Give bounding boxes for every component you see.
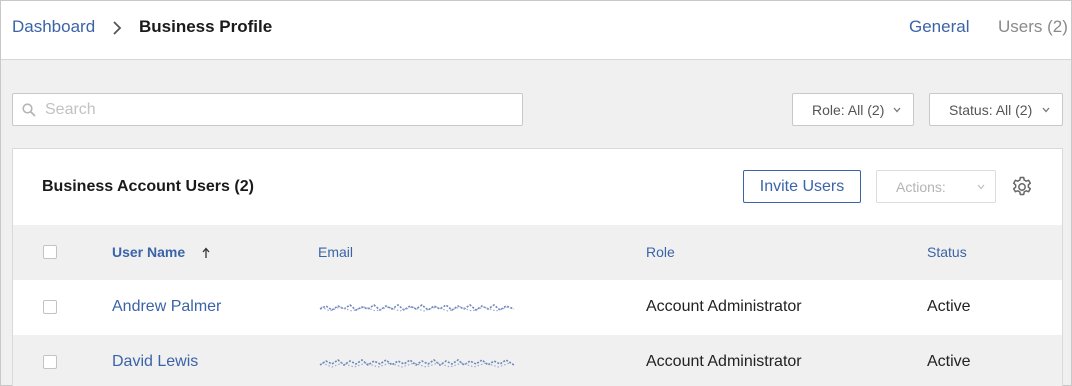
select-all-checkbox[interactable] <box>43 245 57 259</box>
panel-title: Business Account Users (2) <box>42 178 254 195</box>
gear-icon[interactable] <box>1010 175 1034 199</box>
chevron-right-icon <box>113 21 122 35</box>
user-name-link[interactable]: Andrew Palmer <box>112 298 221 316</box>
tab-general[interactable]: General <box>909 17 969 37</box>
table-row: David Lewis Account Administrator Active <box>13 335 1062 386</box>
status-filter-label: Status: All (2) <box>949 102 1033 118</box>
column-header-role[interactable]: Role <box>646 244 675 260</box>
column-header-status[interactable]: Status <box>927 244 967 260</box>
row-checkbox[interactable] <box>43 355 57 369</box>
invite-users-button[interactable]: Invite Users <box>743 170 861 203</box>
role-filter-label: Role: All (2) <box>812 102 885 118</box>
app-window: Dashboard Business Profile General Users… <box>0 0 1072 386</box>
redacted-email <box>319 304 515 312</box>
user-role: Account Administrator <box>646 353 802 370</box>
page-title: Business Profile <box>139 17 273 36</box>
search-input[interactable] <box>45 94 515 125</box>
search-box[interactable] <box>12 93 523 126</box>
actions-label: Actions: <box>896 179 946 195</box>
page-header: Dashboard Business Profile General Users… <box>1 1 1071 60</box>
column-header-email[interactable]: Email <box>318 244 353 260</box>
chevron-down-icon <box>1042 107 1050 113</box>
user-name-link[interactable]: David Lewis <box>112 353 198 371</box>
table-row: Andrew Palmer Account Administrator Acti… <box>13 280 1062 335</box>
breadcrumb-dashboard-link[interactable]: Dashboard <box>12 17 95 37</box>
redacted-email <box>319 359 515 368</box>
users-panel: Business Account Users (2) Invite Users … <box>12 148 1063 386</box>
row-checkbox[interactable] <box>43 300 57 314</box>
user-role: Account Administrator <box>646 298 802 315</box>
table-header: User Name Email Role Status <box>13 225 1062 280</box>
tab-users[interactable]: Users (2) <box>998 17 1068 37</box>
column-header-user-name[interactable]: User Name <box>112 244 185 260</box>
role-filter-dropdown[interactable]: Role: All (2) <box>792 93 914 126</box>
status-filter-dropdown[interactable]: Status: All (2) <box>929 93 1063 126</box>
user-status: Active <box>927 298 971 315</box>
chevron-down-icon <box>893 107 901 113</box>
user-status: Active <box>927 353 971 370</box>
sort-ascending-icon[interactable] <box>201 247 211 259</box>
chevron-down-icon <box>977 184 985 190</box>
actions-dropdown[interactable]: Actions: <box>876 170 996 203</box>
search-icon <box>22 103 36 117</box>
